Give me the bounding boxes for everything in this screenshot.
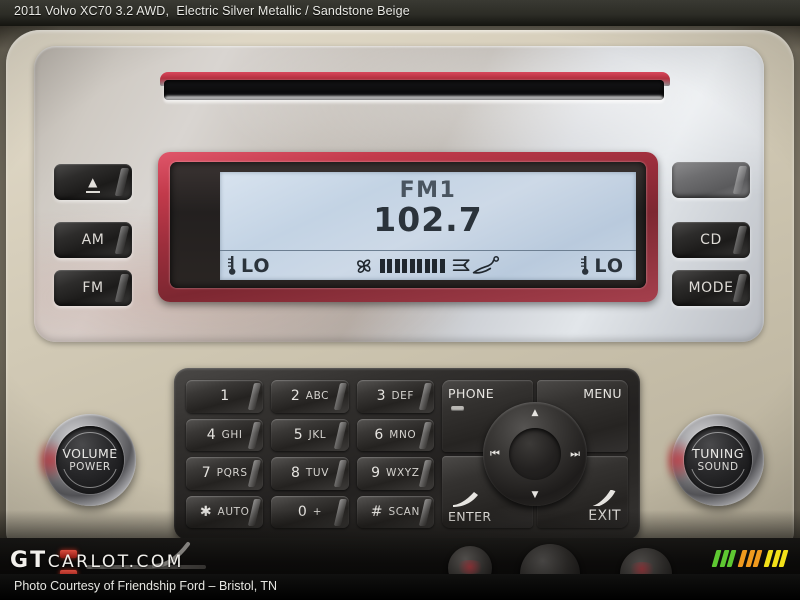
- dpad-next-track-icon[interactable]: ⏭: [570, 447, 580, 461]
- fan-speed-bars: [379, 258, 445, 273]
- fan-speed-bar: [432, 258, 437, 273]
- dpad-previous-track-icon[interactable]: ⏮: [490, 447, 500, 461]
- climate-status-group: [220, 255, 636, 276]
- keypad-key-4[interactable]: 4 GHI: [186, 418, 264, 451]
- watermark-bar-group: [763, 550, 789, 567]
- fm-button[interactable]: FM: [54, 270, 132, 306]
- fan-speed-bar: [387, 258, 392, 273]
- keypad-key-5[interactable]: 5 JKL: [271, 418, 349, 451]
- volume-knob-face: VOLUME POWER: [56, 426, 124, 494]
- navigation-cluster: PHONE MENU ENTER EXIT: [442, 380, 628, 528]
- fm-button-label: FM: [82, 280, 104, 296]
- airflow-to-body-icon: [452, 255, 499, 274]
- vehicle-title: 2011 Volvo XC70 3.2 AWD, Electric Silver…: [14, 4, 410, 18]
- eject-bar-icon: [86, 191, 100, 193]
- keypad-key-number: 3: [376, 388, 386, 405]
- fan-speed-bar: [402, 258, 407, 273]
- photo-credit: Photo Courtesy of Friendship Ford – Bris…: [14, 579, 278, 593]
- keypad-key-8[interactable]: 8 TUV: [271, 457, 349, 490]
- volume-knob-label-line1: VOLUME: [62, 445, 118, 461]
- watermark-bar-group: [711, 550, 737, 567]
- volume-knob-label-line2: POWER: [69, 460, 111, 473]
- numeric-keypad: 12ABC3DEF4GHI5JKL6MNO7PQRS8TUV9WXYZ✱AUTO…: [186, 380, 434, 528]
- cd-button[interactable]: CD: [672, 222, 750, 258]
- cd-slot[interactable]: [160, 72, 670, 108]
- keypad-key-number: 2: [290, 388, 300, 405]
- radio-lcd-display: FM1 102.7 LO LO: [220, 172, 636, 280]
- tuning-knob-label-line2: SOUND: [697, 460, 739, 473]
- watermark-suffix: CARLOT.COM: [47, 552, 184, 572]
- vehicle-name: 2011 Volvo XC70 3.2 AWD,: [14, 4, 170, 18]
- lcd-main-area: FM1 102.7: [220, 172, 636, 250]
- dpad-down-icon[interactable]: ▼: [532, 490, 539, 500]
- menu-button-label: MENU: [583, 386, 622, 401]
- cd-slot-highlight: [164, 96, 664, 104]
- cd-button-label: CD: [700, 232, 722, 248]
- watermark: GTCARLOT.COM: [10, 548, 184, 573]
- display-housing: FM1 102.7 LO LO: [170, 162, 646, 288]
- passenger-temperature-value: LO: [594, 254, 624, 277]
- tuning-knob-face: TUNING SOUND: [684, 426, 752, 494]
- keypad-key-letters: DEF: [391, 390, 415, 403]
- eject-icon: ▲: [88, 175, 98, 189]
- screenshot-root: ▲ AM FM CD MODE FM1 102.7 LO LO VOLUME P…: [0, 0, 800, 600]
- phone-hangup-icon: [592, 490, 616, 506]
- keypad-key-3[interactable]: 3 DEF: [356, 380, 434, 413]
- passenger-temperature: LO: [581, 255, 624, 277]
- top-caption-bar: 2011 Volvo XC70 3.2 AWD, Electric Silver…: [0, 0, 800, 26]
- keypad-key-letters: WXYZ: [385, 467, 420, 480]
- mode-button-label: MODE: [688, 280, 734, 296]
- keypad-key-number: 1: [220, 388, 230, 405]
- eject-button[interactable]: ▲: [54, 164, 132, 200]
- fan-speed-bar: [379, 258, 385, 273]
- keypad-key-7[interactable]: 7 PQRS: [186, 457, 264, 490]
- keypad-key-number: 9: [371, 465, 380, 482]
- watermark-prefix: GT: [10, 548, 48, 573]
- volume-power-knob[interactable]: VOLUME POWER: [39, 414, 136, 506]
- keypad-key-number: 7: [201, 465, 211, 482]
- keypad-key-1[interactable]: 1: [186, 380, 264, 413]
- display-bezel: FM1 102.7 LO LO: [158, 152, 658, 302]
- am-button[interactable]: AM: [54, 222, 132, 258]
- watermark-bars: [711, 550, 789, 567]
- keypad-key-9[interactable]: 9 WXYZ: [356, 457, 434, 490]
- fan-speed-bar: [424, 258, 430, 273]
- tuning-sound-knob[interactable]: TUNING SOUND: [667, 414, 764, 506]
- vehicle-colors: Electric Silver Metallic / Sandstone Bei…: [176, 4, 410, 18]
- bottom-caption-bar: Photo Courtesy of Friendship Ford – Bris…: [0, 574, 800, 600]
- radio-frequency-text: 102.7: [373, 200, 483, 239]
- phone-button-label: PHONE: [448, 386, 495, 401]
- keypad-key-letters: TUV: [305, 467, 329, 480]
- tuning-knob-label-line1: TUNING: [692, 445, 744, 461]
- blank-button[interactable]: [672, 162, 750, 198]
- fan-speed-bar: [439, 258, 445, 273]
- mode-button[interactable]: MODE: [672, 270, 750, 306]
- fan-speed-bar: [394, 258, 400, 273]
- keypad-key-letters: MNO: [389, 428, 417, 441]
- keypad-key-number: 6: [374, 426, 384, 443]
- keypad-key-number: 8: [290, 465, 300, 482]
- keypad-key-letters: PQRS: [216, 467, 248, 480]
- am-button-label: AM: [81, 232, 105, 248]
- lcd-status-bar: LO LO: [220, 250, 636, 280]
- keypad-key-number: 4: [206, 426, 216, 443]
- keypad-key-2[interactable]: 2 ABC: [271, 380, 349, 413]
- dpad-up-icon[interactable]: ▲: [532, 408, 539, 418]
- thermometer-icon: [581, 256, 589, 275]
- keypad-key-letters: JKL: [308, 428, 327, 441]
- keypad-key-letters: GHI: [221, 428, 243, 441]
- fan-speed-bar: [409, 258, 415, 273]
- dpad-control[interactable]: ▲ ▼ ⏮ ⏭: [483, 402, 587, 506]
- fan-speed-bar: [417, 258, 422, 273]
- keypad-key-number: 5: [293, 426, 303, 443]
- cd-slot-opening: [164, 80, 664, 104]
- phone-indicator-icon: [451, 406, 464, 411]
- dpad-center-button[interactable]: [509, 428, 561, 480]
- keypad-key-letters: ABC: [305, 390, 330, 403]
- watermark-bar-group: [737, 550, 763, 567]
- fan-icon: [356, 258, 371, 273]
- phone-call-icon: [453, 492, 478, 507]
- keypad-key-6[interactable]: 6 MNO: [356, 418, 434, 451]
